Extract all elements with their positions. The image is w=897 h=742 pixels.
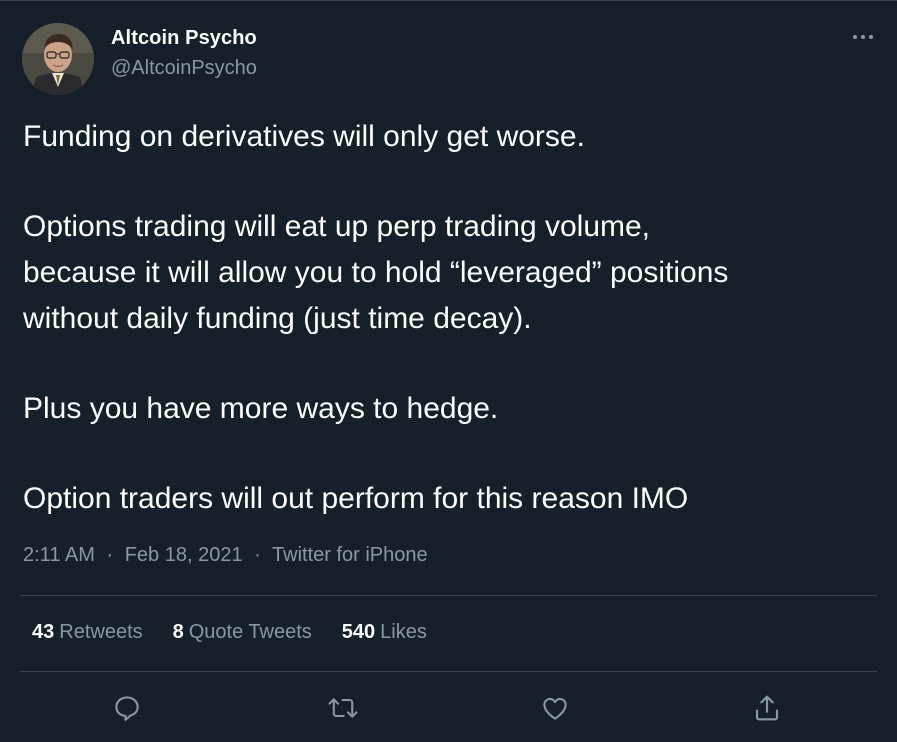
tweet-line: because it will allow you to hold “lever…	[23, 256, 729, 289]
engagement-stats: 43 Retweets 8 Quote Tweets 540 Likes	[32, 621, 457, 644]
tweet-line: Options trading will eat up perp trading…	[23, 210, 651, 243]
reply-button[interactable]	[110, 691, 144, 725]
author-display-name[interactable]: Altcoin Psycho	[111, 27, 257, 50]
tweet-line: Funding on derivatives will only get wor…	[23, 120, 585, 153]
author-handle[interactable]: @AltcoinPsycho	[111, 57, 257, 80]
tweet-text: Funding on derivatives will only get wor…	[23, 114, 873, 522]
retweets-stat[interactable]: 43 Retweets	[32, 621, 143, 644]
meta-separator: ·	[254, 544, 261, 566]
more-horizontal-icon	[853, 35, 873, 39]
quote-tweets-count: 8	[172, 621, 184, 643]
retweets-label: Retweets	[59, 621, 143, 643]
likes-label: Likes	[380, 621, 427, 643]
tweet-time[interactable]: 2:11 AM	[23, 544, 95, 566]
share-icon	[755, 695, 779, 721]
tweet-date[interactable]: Feb 18, 2021	[125, 544, 243, 566]
tweet-line: Option traders will out perform for this…	[23, 482, 689, 515]
more-options-button[interactable]	[849, 25, 877, 49]
quote-tweets-stat[interactable]: 8 Quote Tweets	[173, 621, 312, 644]
like-button[interactable]	[538, 691, 572, 725]
tweet-source[interactable]: Twitter for iPhone	[272, 544, 428, 566]
meta-separator: ·	[106, 544, 114, 566]
tweet-card: Altcoin Psycho @AltcoinPsycho Funding on…	[0, 0, 897, 742]
action-bar	[0, 691, 897, 725]
retweet-button[interactable]	[326, 691, 360, 725]
tweet-line: without daily funding (just time decay).	[23, 302, 532, 335]
tweet-metadata: 2:11 AM · Feb 18, 2021 · Twitter for iPh…	[23, 544, 428, 567]
likes-stat[interactable]: 540 Likes	[342, 621, 427, 644]
quote-tweets-label: Quote Tweets	[188, 621, 312, 643]
divider	[20, 595, 877, 596]
likes-count: 540	[341, 621, 376, 643]
reply-icon	[115, 696, 139, 721]
avatar-image	[22, 23, 94, 95]
share-button[interactable]	[750, 691, 784, 725]
retweet-icon	[328, 698, 358, 718]
heart-icon	[543, 697, 567, 720]
tweet-line: Plus you have more ways to hedge.	[23, 392, 499, 425]
retweets-count: 43	[32, 621, 55, 643]
avatar[interactable]	[22, 23, 94, 95]
divider	[20, 671, 877, 672]
